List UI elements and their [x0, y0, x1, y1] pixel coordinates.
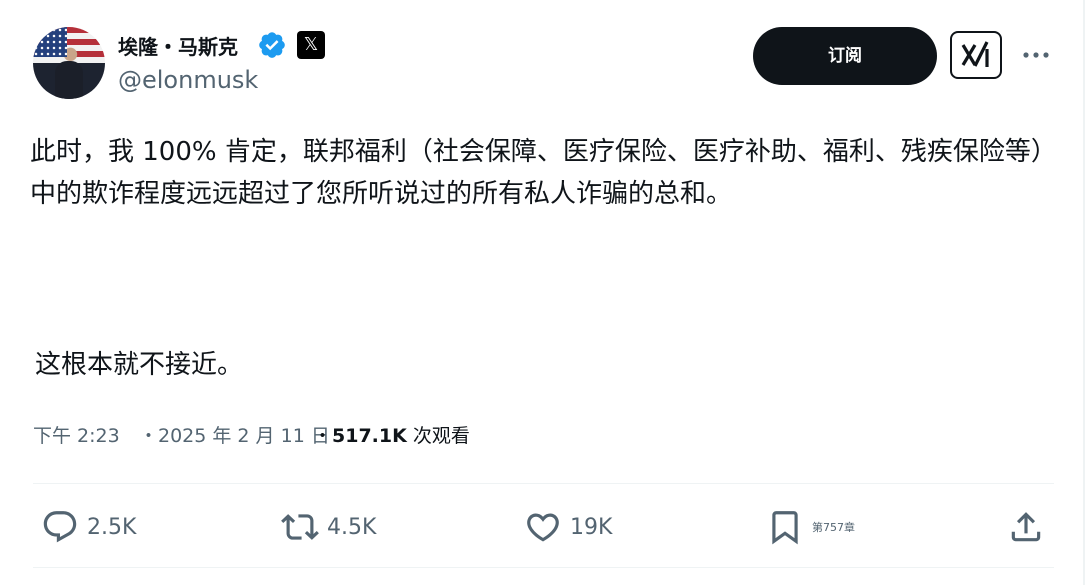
view-count[interactable]: ・517.1K 次观看	[313, 423, 470, 449]
verified-badge-icon[interactable]	[257, 30, 287, 60]
view-count-label: 次观看	[412, 425, 470, 447]
tweet-text-second-paragraph: 这根本就不接近。	[35, 350, 244, 380]
tweet-text: 此时，我 100% 肯定，联邦福利（社会保障、医疗保险、医疗补助、福利、残疾保险…	[30, 137, 1044, 209]
author-handle[interactable]: @elonmusk	[118, 66, 258, 94]
bookmark-icon	[772, 511, 798, 545]
retweet-icon	[281, 514, 319, 540]
tweet-time[interactable]: 下午 2:23	[33, 423, 120, 449]
subscribe-button[interactable]: 订阅	[753, 27, 937, 85]
heart-icon	[527, 513, 559, 542]
grok-button[interactable]	[950, 31, 1002, 79]
share-icon	[1011, 512, 1041, 542]
like-button[interactable]: 19K	[524, 505, 612, 549]
author-name[interactable]: 埃隆・马斯克	[118, 31, 238, 60]
avatar[interactable]	[33, 27, 105, 99]
retweet-count: 4.5K	[327, 514, 377, 540]
reply-button[interactable]: 2.5K	[41, 505, 136, 549]
share-button[interactable]	[1007, 505, 1045, 549]
more-options-icon[interactable]	[1020, 40, 1052, 70]
like-count: 19K	[570, 514, 613, 540]
retweet-button[interactable]: 4.5K	[281, 505, 376, 549]
reply-icon	[43, 511, 77, 543]
bookmark-button[interactable]: 第757章	[766, 505, 855, 549]
view-count-number: 517.1K	[332, 425, 407, 447]
bookmark-label: 第757章	[812, 521, 855, 534]
view-dot: ・	[313, 425, 333, 447]
grok-icon	[961, 41, 989, 67]
x-logo-icon: 𝕏	[297, 31, 325, 59]
tweet-date[interactable]: ・2025 年 2 月 11 日	[139, 423, 330, 449]
divider-top	[33, 483, 1054, 484]
reply-count: 2.5K	[87, 514, 137, 540]
divider-bottom	[33, 567, 1054, 568]
